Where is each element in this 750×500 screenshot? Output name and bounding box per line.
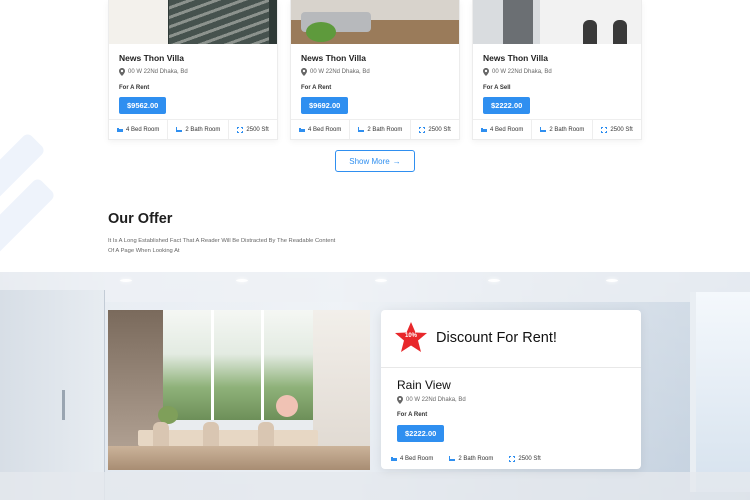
listing-type: For A Rent xyxy=(301,85,332,91)
area-feature: 2500 Sft xyxy=(501,449,548,469)
area-size: 2500 Sft xyxy=(428,126,451,133)
property-address: 00 W 22Nd Dhaka, Bd xyxy=(397,396,466,404)
offer-property-name[interactable]: Rain View xyxy=(397,378,466,392)
bath-icon xyxy=(540,126,547,133)
address-text: 00 W 22Nd Dhaka, Bd xyxy=(492,69,552,75)
area-feature: 2500 Sft xyxy=(410,120,458,139)
area-icon xyxy=(419,126,426,133)
decorative-stripe xyxy=(0,176,57,260)
bed-feature: 4 Bed Room xyxy=(291,120,349,139)
divider xyxy=(381,367,641,368)
bed-icon xyxy=(481,127,487,133)
property-photo[interactable] xyxy=(473,0,641,44)
listing-type: For A Rent xyxy=(119,85,150,91)
bath-count: 2 Bath Room xyxy=(458,456,494,462)
offer-property-photo[interactable] xyxy=(108,310,370,470)
show-more-button[interactable]: Show More → xyxy=(335,150,415,172)
section-description: It Is A Long Established Fact That A Rea… xyxy=(108,238,336,254)
area-icon xyxy=(237,126,244,133)
area-size: 2500 Sft xyxy=(246,126,269,133)
property-address: 00 W 22Nd Dhaka, Bd xyxy=(119,68,267,76)
property-features: 4 Bed Room 2 Bath Room 2500 Sft xyxy=(381,449,641,469)
bath-feature: 2 Bath Room xyxy=(441,449,501,469)
bath-feature: 2 Bath Room xyxy=(531,120,592,139)
bed-icon xyxy=(117,127,123,133)
area-icon xyxy=(509,456,516,462)
show-more-label: Show More xyxy=(349,156,390,166)
property-title[interactable]: News Thon Villa xyxy=(119,53,267,63)
area-icon xyxy=(601,126,608,133)
bed-count: 4 Bed Room xyxy=(490,126,524,133)
price-button[interactable]: $9692.00 xyxy=(301,97,349,114)
bed-feature: 4 Bed Room xyxy=(383,449,441,469)
bed-icon xyxy=(391,456,397,462)
address-text: 00 W 22Nd Dhaka, Bd xyxy=(310,69,370,75)
bed-feature: 4 Bed Room xyxy=(473,120,531,139)
listing-type: For A Rent xyxy=(397,412,428,418)
property-card[interactable]: News Thon Villa 00 W 22Nd Dhaka, Bd For … xyxy=(108,0,278,140)
bed-icon xyxy=(299,127,305,133)
area-size: 2500 Sft xyxy=(610,126,633,133)
property-title[interactable]: News Thon Villa xyxy=(483,53,631,63)
bath-feature: 2 Bath Room xyxy=(167,120,228,139)
bed-count: 4 Bed Room xyxy=(400,456,434,462)
property-title[interactable]: News Thon Villa xyxy=(301,53,449,63)
arrow-right-icon: → xyxy=(392,156,401,166)
price-button[interactable]: $2222.00 xyxy=(397,425,445,442)
bed-count: 4 Bed Room xyxy=(308,126,342,133)
bath-feature: 2 Bath Room xyxy=(349,120,410,139)
property-features: 4 Bed Room 2 Bath Room 2500 Sft xyxy=(109,119,277,139)
address-text: 00 W 22Nd Dhaka, Bd xyxy=(128,69,188,75)
property-features: 4 Bed Room 2 Bath Room 2500 Sft xyxy=(473,119,641,139)
location-pin-icon xyxy=(483,68,489,76)
location-pin-icon xyxy=(397,396,403,404)
property-address: 00 W 22Nd Dhaka, Bd xyxy=(483,68,631,76)
bath-icon xyxy=(449,456,456,462)
bed-feature: 4 Bed Room xyxy=(109,120,167,139)
area-feature: 2500 Sft xyxy=(228,120,276,139)
area-size: 2500 Sft xyxy=(518,456,541,462)
property-card[interactable]: News Thon Villa 00 W 22Nd Dhaka, Bd For … xyxy=(290,0,460,140)
discount-star-badge: 10% xyxy=(394,321,428,355)
location-pin-icon xyxy=(119,68,125,76)
property-address: 00 W 22Nd Dhaka, Bd xyxy=(301,68,449,76)
bed-count: 4 Bed Room xyxy=(126,126,160,133)
section-title: Our Offer xyxy=(108,211,173,227)
offer-card[interactable]: 10% Discount For Rent! Rain View 00 W 22… xyxy=(381,310,641,469)
address-text: 00 W 22Nd Dhaka, Bd xyxy=(406,397,466,403)
price-button[interactable]: $2222.00 xyxy=(483,97,531,114)
area-feature: 2500 Sft xyxy=(592,120,640,139)
bath-count: 2 Bath Room xyxy=(367,126,403,133)
discount-percent: 10% xyxy=(404,333,417,339)
property-card[interactable]: News Thon Villa 00 W 22Nd Dhaka, Bd For … xyxy=(472,0,642,140)
property-photo[interactable] xyxy=(109,0,277,44)
property-photo[interactable] xyxy=(291,0,459,44)
price-button[interactable]: $9562.00 xyxy=(119,97,167,114)
bath-count: 2 Bath Room xyxy=(549,126,585,133)
bath-icon xyxy=(358,126,365,133)
listing-type: For A Sell xyxy=(483,85,511,91)
property-features: 4 Bed Room 2 Bath Room 2500 Sft xyxy=(291,119,459,139)
bath-count: 2 Bath Room xyxy=(185,126,221,133)
discount-title: Discount For Rent! xyxy=(436,330,557,346)
location-pin-icon xyxy=(301,68,307,76)
bath-icon xyxy=(176,126,183,133)
